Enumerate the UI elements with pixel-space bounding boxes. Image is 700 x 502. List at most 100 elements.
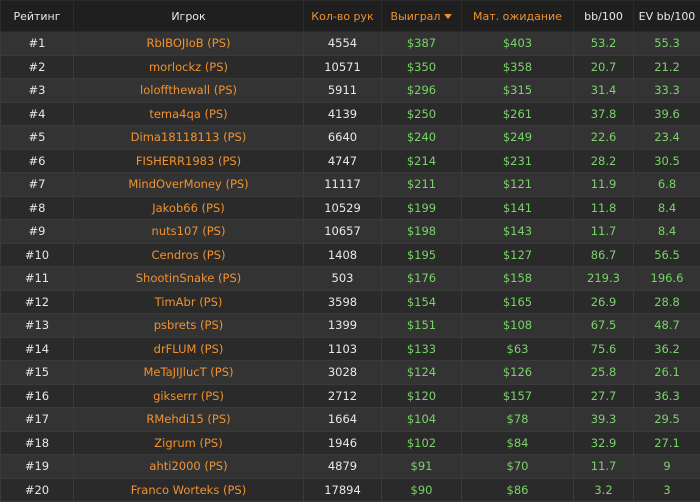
- table-row[interactable]: #18 Zigrum (PS) 1946 $102 $84 32.9 27.1: [0, 430, 700, 455]
- table-body: #1 RbIBOJIoB (PS) 4554 $387 $403 53.2 55.3 #2 mo…: [0, 31, 700, 502]
- table-row[interactable]: #15 MeTaJIJlucT (PS) 3028 $124 $126 25.8 26.1: [0, 360, 700, 385]
- rank-cell: #3: [0, 78, 74, 103]
- player-link[interactable]: ShootinSnake (PS): [73, 266, 304, 291]
- player-link[interactable]: tema4qa (PS): [73, 101, 304, 126]
- column-header-bb100[interactable]: bb/100: [573, 0, 634, 32]
- expected-cell: $127: [461, 242, 574, 267]
- expected-cell: $84: [461, 430, 574, 455]
- hands-cell: 10657: [303, 219, 382, 244]
- hands-cell: 6640: [303, 125, 382, 150]
- bb100-cell: 11.7: [573, 219, 634, 244]
- won-cell: $176: [381, 266, 462, 291]
- won-cell: $124: [381, 360, 462, 385]
- table-row[interactable]: #6 FISHERR1983 (PS) 4747 $214 $231 28.2 30.5: [0, 148, 700, 173]
- column-header-evbb100[interactable]: EV bb/100: [633, 0, 700, 32]
- evbb100-cell: 56.5: [633, 242, 700, 267]
- player-link[interactable]: Dima18118113 (PS): [73, 125, 304, 150]
- bb100-cell: 32.9: [573, 430, 634, 455]
- player-link[interactable]: ahti2000 (PS): [73, 454, 304, 479]
- table-row[interactable]: #2 morlockz (PS) 10571 $350 $358 20.7 21.2: [0, 54, 700, 79]
- player-link[interactable]: Zigrum (PS): [73, 430, 304, 455]
- player-link[interactable]: FISHERR1983 (PS): [73, 148, 304, 173]
- expected-cell: $108: [461, 313, 574, 338]
- bb100-cell: 219.3: [573, 266, 634, 291]
- table-row[interactable]: #17 RMehdi15 (PS) 1664 $104 $78 39.3 29.5: [0, 407, 700, 432]
- bb100-cell: 67.5: [573, 313, 634, 338]
- column-header-hands[interactable]: Кол-во рук: [303, 0, 382, 32]
- bb100-cell: 75.6: [573, 336, 634, 361]
- player-link[interactable]: MeTaJIJlucT (PS): [73, 360, 304, 385]
- table-row[interactable]: #16 gikserrr (PS) 2712 $120 $157 27.7 36.3: [0, 383, 700, 408]
- expected-cell: $70: [461, 454, 574, 479]
- hands-cell: 503: [303, 266, 382, 291]
- table-row[interactable]: #3 loloffthewall (PS) 5911 $296 $315 31.4 33.3: [0, 78, 700, 103]
- hands-cell: 5911: [303, 78, 382, 103]
- column-header-expected[interactable]: Мат. ожидание: [461, 0, 574, 32]
- table-row[interactable]: #14 drFLUM (PS) 1103 $133 $63 75.6 36.2: [0, 336, 700, 361]
- won-cell: $133: [381, 336, 462, 361]
- table-row[interactable]: #20 Franco Worteks (PS) 17894 $90 $86 3.2 3: [0, 477, 700, 502]
- player-link[interactable]: gikserrr (PS): [73, 383, 304, 408]
- player-link[interactable]: nuts107 (PS): [73, 219, 304, 244]
- player-link[interactable]: MindOverMoney (PS): [73, 172, 304, 197]
- player-link[interactable]: Franco Worteks (PS): [73, 477, 304, 502]
- player-link[interactable]: RbIBOJIoB (PS): [73, 31, 304, 56]
- evbb100-cell: 23.4: [633, 125, 700, 150]
- player-link[interactable]: Cendros (PS): [73, 242, 304, 267]
- table-row[interactable]: #8 Jakob66 (PS) 10529 $199 $141 11.8 8.4: [0, 195, 700, 220]
- hands-cell: 10529: [303, 195, 382, 220]
- hands-cell: 3028: [303, 360, 382, 385]
- expected-cell: $143: [461, 219, 574, 244]
- column-header-label: Мат. ожидание: [473, 9, 562, 23]
- table-row[interactable]: #7 MindOverMoney (PS) 11117 $211 $121 11.9 6.8: [0, 172, 700, 197]
- hands-cell: 1399: [303, 313, 382, 338]
- bb100-cell: 25.8: [573, 360, 634, 385]
- expected-cell: $231: [461, 148, 574, 173]
- evbb100-cell: 9: [633, 454, 700, 479]
- rank-cell: #4: [0, 101, 74, 126]
- expected-cell: $157: [461, 383, 574, 408]
- column-header-won[interactable]: Выиграл: [381, 0, 462, 32]
- won-cell: $91: [381, 454, 462, 479]
- player-link[interactable]: TimAbr (PS): [73, 289, 304, 314]
- hands-cell: 4747: [303, 148, 382, 173]
- won-cell: $154: [381, 289, 462, 314]
- table-row[interactable]: #4 tema4qa (PS) 4139 $250 $261 37.8 39.6: [0, 101, 700, 126]
- player-link[interactable]: RMehdi15 (PS): [73, 407, 304, 432]
- player-link[interactable]: loloffthewall (PS): [73, 78, 304, 103]
- table-row[interactable]: #12 TimAbr (PS) 3598 $154 $165 26.9 28.8: [0, 289, 700, 314]
- rank-cell: #19: [0, 454, 74, 479]
- evbb100-cell: 3: [633, 477, 700, 502]
- player-link[interactable]: psbrets (PS): [73, 313, 304, 338]
- hands-cell: 3598: [303, 289, 382, 314]
- header-row: Рейтинг Игрок Кол-во рук Выиграл Мат. ож…: [0, 0, 700, 32]
- player-link[interactable]: Jakob66 (PS): [73, 195, 304, 220]
- column-header-player[interactable]: Игрок: [73, 0, 304, 32]
- table-row[interactable]: #9 nuts107 (PS) 10657 $198 $143 11.7 8.4: [0, 219, 700, 244]
- won-cell: $387: [381, 31, 462, 56]
- rank-cell: #18: [0, 430, 74, 455]
- rank-cell: #1: [0, 31, 74, 56]
- won-cell: $350: [381, 54, 462, 79]
- expected-cell: $315: [461, 78, 574, 103]
- table-row[interactable]: #1 RbIBOJIoB (PS) 4554 $387 $403 53.2 55.3: [0, 31, 700, 56]
- rank-cell: #7: [0, 172, 74, 197]
- won-cell: $250: [381, 101, 462, 126]
- player-link[interactable]: drFLUM (PS): [73, 336, 304, 361]
- table-row[interactable]: #13 psbrets (PS) 1399 $151 $108 67.5 48.7: [0, 313, 700, 338]
- evbb100-cell: 28.8: [633, 289, 700, 314]
- rank-cell: #14: [0, 336, 74, 361]
- evbb100-cell: 6.8: [633, 172, 700, 197]
- table-row[interactable]: #19 ahti2000 (PS) 4879 $91 $70 11.7 9: [0, 454, 700, 479]
- won-cell: $90: [381, 477, 462, 502]
- expected-cell: $78: [461, 407, 574, 432]
- table-row[interactable]: #10 Cendros (PS) 1408 $195 $127 86.7 56.5: [0, 242, 700, 267]
- bb100-cell: 20.7: [573, 54, 634, 79]
- column-header-rank[interactable]: Рейтинг: [0, 0, 74, 32]
- expected-cell: $165: [461, 289, 574, 314]
- bb100-cell: 11.7: [573, 454, 634, 479]
- table-row[interactable]: #5 Dima18118113 (PS) 6640 $240 $249 22.6 23.4: [0, 125, 700, 150]
- table-row[interactable]: #11 ShootinSnake (PS) 503 $176 $158 219.3 196.…: [0, 266, 700, 291]
- won-cell: $102: [381, 430, 462, 455]
- player-link[interactable]: morlockz (PS): [73, 54, 304, 79]
